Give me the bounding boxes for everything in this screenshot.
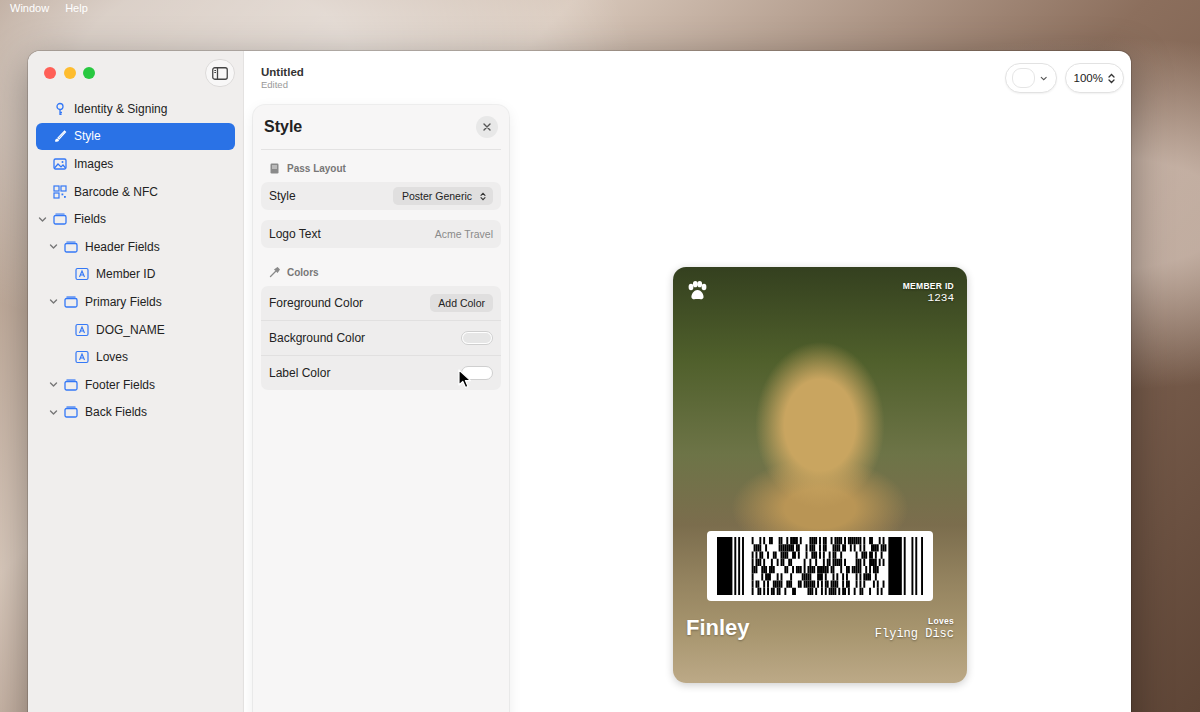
section-header: Colors	[253, 258, 509, 286]
chevron-icon[interactable]	[49, 297, 58, 306]
style-inspector: Style Pass Layout Style Poster Generic L…	[253, 105, 509, 712]
color-swatch	[1012, 68, 1036, 88]
field-icon	[75, 350, 89, 364]
style-select[interactable]: Poster Generic	[393, 187, 493, 205]
mouse-pointer-icon	[458, 369, 472, 389]
group-icon	[64, 295, 78, 309]
window-controls	[28, 51, 243, 95]
title: Untitled	[261, 66, 304, 78]
inspector-title: Style	[264, 118, 302, 136]
chevron-down-icon	[1040, 74, 1047, 83]
zoom-select[interactable]: 100%	[1065, 63, 1124, 93]
settings-row: Foreground Color Add Color	[261, 286, 501, 320]
header-field: MEMBER ID 1234	[903, 281, 954, 304]
barcode-icon	[53, 185, 67, 199]
settings-row: Background Color	[261, 320, 501, 355]
desktop: Window Help Identity & Signing Style Imag…	[0, 0, 1200, 712]
add-color-button[interactable]: Add Color	[430, 294, 493, 312]
color-picker-button[interactable]	[1005, 63, 1057, 93]
group-icon	[53, 212, 67, 226]
sidebar: Identity & Signing Style Images Barcode …	[28, 51, 244, 712]
colors-icon	[269, 267, 280, 278]
inspector-header: Style	[261, 105, 501, 150]
section-header: Pass Layout	[253, 154, 509, 182]
menu-item[interactable]: Window	[10, 2, 49, 14]
close-button[interactable]	[44, 67, 56, 79]
primary-field: Finley	[686, 615, 750, 641]
sidebar-item[interactable]: Images	[36, 150, 235, 178]
style-icon	[53, 129, 67, 143]
menu-bar: Window Help	[0, 0, 1200, 16]
sidebar-item[interactable]: Back Fields	[36, 399, 235, 427]
sidebar-icon	[212, 67, 228, 80]
group-icon	[64, 240, 78, 254]
main-area: Untitled Edited 100% Style Pass Layout S…	[244, 51, 1131, 712]
sidebar-item[interactable]: Header Fields	[36, 233, 235, 261]
pass-preview: MEMBER ID 1234 Finley Loves Flying Disc	[673, 267, 967, 683]
sidebar-toggle-button[interactable]	[205, 59, 235, 87]
layout-icon	[269, 163, 280, 174]
sidebar-item[interactable]: Fields	[36, 205, 235, 233]
settings-row: Logo Text Acme Travel	[261, 220, 501, 248]
close-inspector-button[interactable]	[476, 116, 498, 138]
logo-text-field[interactable]: Acme Travel	[435, 228, 493, 240]
zoom-button[interactable]	[83, 67, 95, 79]
pdf417-barcode-icon	[717, 537, 923, 595]
identity-icon	[53, 102, 67, 116]
sidebar-item[interactable]: Footer Fields	[36, 371, 235, 399]
chevron-icon[interactable]	[38, 215, 47, 224]
stepper-icon	[1108, 73, 1115, 84]
field-icon	[75, 323, 89, 337]
sidebar-item[interactable]: Primary Fields	[36, 288, 235, 316]
chevron-icon[interactable]	[49, 242, 58, 251]
settings-group: Style Poster Generic	[261, 182, 501, 210]
pass-canvas: MEMBER ID 1234 Finley Loves Flying Disc	[509, 105, 1131, 712]
app-window: Identity & Signing Style Images Barcode …	[28, 51, 1131, 712]
sidebar-item[interactable]: Style	[36, 123, 235, 151]
settings-group: Logo Text Acme Travel	[261, 220, 501, 248]
secondary-field: Loves Flying Disc	[875, 616, 954, 641]
images-icon	[53, 157, 67, 171]
settings-row: Style Poster Generic	[261, 182, 501, 210]
document-title: Untitled Edited	[261, 66, 304, 90]
close-icon	[482, 122, 492, 132]
sidebar-item[interactable]: Loves	[36, 343, 235, 371]
chevron-icon[interactable]	[49, 408, 58, 417]
toolbar: Untitled Edited 100%	[244, 51, 1131, 105]
stepper-icon	[480, 192, 486, 201]
sidebar-item[interactable]: Identity & Signing	[36, 95, 235, 123]
settings-group: Foreground Color Add ColorBackground Col…	[261, 286, 501, 390]
barcode	[707, 531, 933, 601]
sidebar-list: Identity & Signing Style Images Barcode …	[28, 95, 243, 426]
color-well[interactable]	[461, 331, 493, 345]
sidebar-item[interactable]: Member ID	[36, 261, 235, 289]
sidebar-item[interactable]: DOG_NAME	[36, 316, 235, 344]
paw-icon	[686, 281, 708, 302]
subtitle: Edited	[261, 79, 304, 90]
sidebar-item[interactable]: Barcode & NFC	[36, 178, 235, 206]
chevron-icon[interactable]	[49, 380, 58, 389]
field-icon	[75, 267, 89, 281]
group-icon	[64, 378, 78, 392]
menu-item[interactable]: Help	[65, 2, 88, 14]
minimize-button[interactable]	[64, 67, 76, 79]
group-icon	[64, 405, 78, 419]
